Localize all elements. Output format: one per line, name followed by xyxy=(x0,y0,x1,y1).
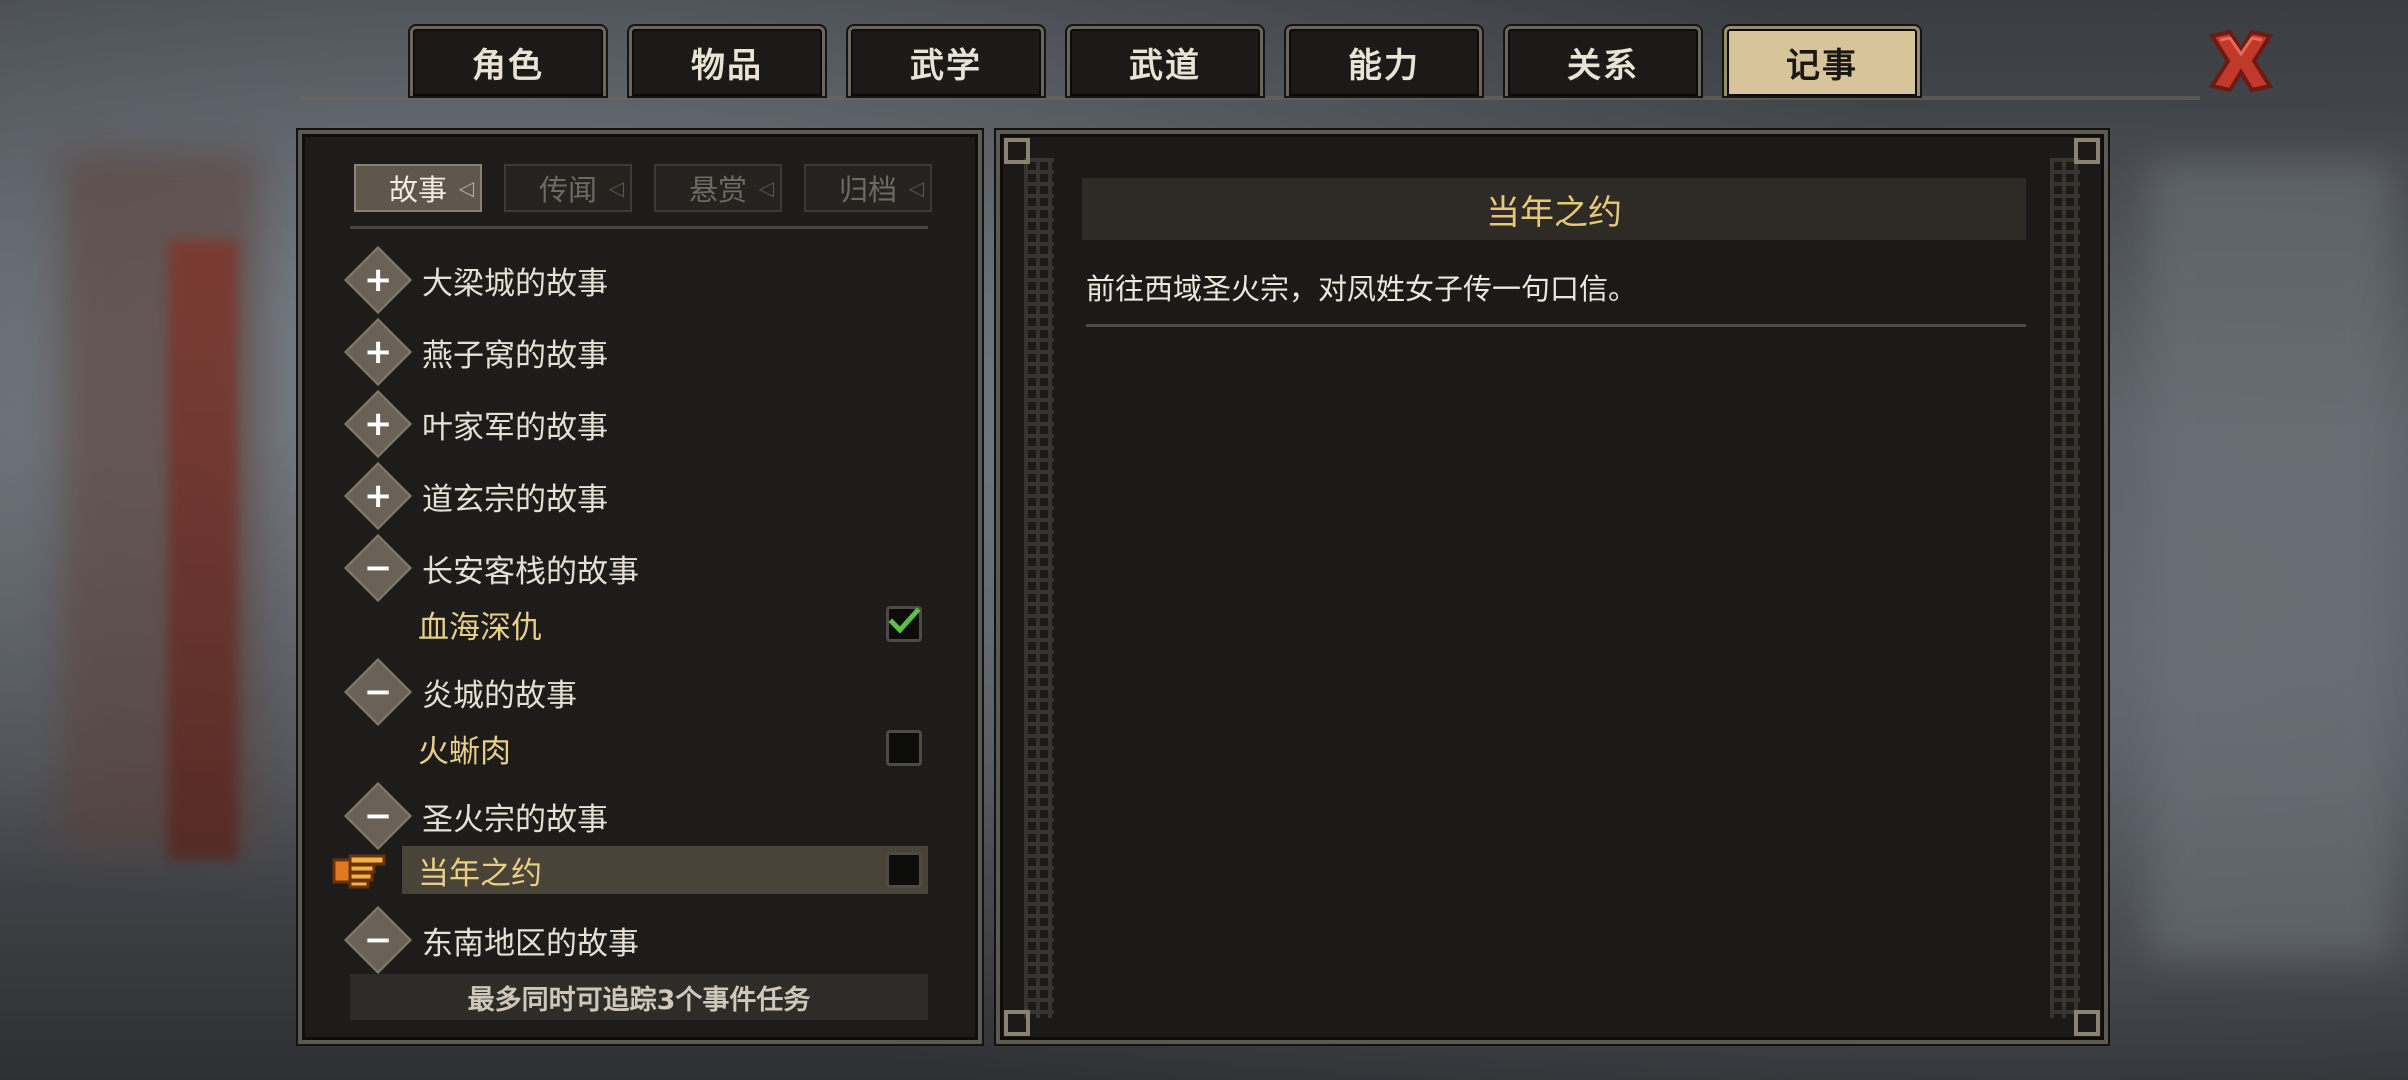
subtab-bar: 故事 ◁ 传闻 ◁ 悬赏 ◁ 归档 ◁ xyxy=(354,164,932,212)
story-group-yancheng[interactable]: − 炎城的故事 xyxy=(344,658,577,726)
story-group-yejiajun[interactable]: + 叶家军的故事 xyxy=(344,390,608,458)
expand-icon: + xyxy=(344,246,412,314)
corner-ornament xyxy=(1004,138,1030,164)
tab-bar-divider xyxy=(300,96,2200,100)
story-group-southeast[interactable]: − 东南地区的故事 xyxy=(344,906,639,974)
expand-icon: + xyxy=(344,318,412,386)
subtab-divider xyxy=(350,226,928,229)
description-divider xyxy=(1086,324,2026,327)
tab-abilities[interactable]: 能力 xyxy=(1286,26,1482,96)
tab-martial-arts[interactable]: 武学 xyxy=(848,26,1044,96)
story-group-yanziwo[interactable]: + 燕子窝的故事 xyxy=(344,318,608,386)
quest-title: 当年之约 xyxy=(1082,178,2026,240)
expand-icon: + xyxy=(344,462,412,530)
tab-journal[interactable]: 记事 xyxy=(1724,26,1920,96)
collapse-icon: − xyxy=(344,658,412,726)
subtab-archive[interactable]: 归档 ◁ xyxy=(804,164,932,212)
quest-item-xuehaishenchou[interactable]: 血海深仇 xyxy=(402,600,928,648)
story-list-panel: 故事 ◁ 传闻 ◁ 悬赏 ◁ 归档 ◁ + 大梁城的故事 + 燕子窝的故事 + 叶家军的… xyxy=(298,130,982,1044)
story-group-daoxuanzong[interactable]: + 道玄宗的故事 xyxy=(344,462,608,530)
tab-items[interactable]: 物品 xyxy=(629,26,825,96)
collapse-icon: − xyxy=(344,782,412,850)
quest-description: 前往西域圣火宗，对凤姓女子传一句口信。 xyxy=(1086,272,1638,306)
tab-character[interactable]: 角色 xyxy=(410,26,606,96)
check-icon xyxy=(888,607,921,634)
corner-ornament xyxy=(2074,138,2100,164)
right-fret-border xyxy=(2050,158,2080,1018)
quest-item-huoxirou[interactable]: 火蜥肉 xyxy=(402,724,928,772)
main-tab-bar: 角色 物品 武学 武道 能力 关系 记事 xyxy=(410,26,1920,96)
pointing-hand-icon xyxy=(332,854,386,889)
close-button[interactable] xyxy=(2200,20,2282,102)
subtab-bounties[interactable]: 悬赏 ◁ xyxy=(654,164,782,212)
quest-detail-panel: 当年之约 前往西域圣火宗，对凤姓女子传一句口信。 xyxy=(996,130,2108,1044)
track-checkbox[interactable] xyxy=(886,852,922,888)
close-icon xyxy=(2208,29,2274,93)
corner-ornament xyxy=(2074,1010,2100,1036)
corner-ornament xyxy=(1004,1010,1030,1036)
left-fret-border xyxy=(1024,158,1054,1018)
collapse-icon: − xyxy=(344,906,412,974)
tab-relations[interactable]: 关系 xyxy=(1505,26,1701,96)
story-group-daliang[interactable]: + 大梁城的故事 xyxy=(344,246,608,314)
background-blur-right xyxy=(2150,160,2390,960)
tab-martial-way[interactable]: 武道 xyxy=(1067,26,1263,96)
track-checkbox[interactable] xyxy=(886,606,922,642)
quest-item-dangnianzhiyue[interactable]: 当年之约 xyxy=(402,846,928,894)
expand-icon: + xyxy=(344,390,412,458)
story-group-shenghuozong[interactable]: − 圣火宗的故事 xyxy=(344,782,608,850)
track-checkbox[interactable] xyxy=(886,730,922,766)
tracking-limit-note: 最多同时可追踪3个事件任务 xyxy=(350,974,928,1020)
background-pillar xyxy=(168,240,238,860)
story-group-changan-inn[interactable]: − 长安客栈的故事 xyxy=(344,534,639,602)
subtab-stories[interactable]: 故事 ◁ xyxy=(354,164,482,212)
subtab-rumors[interactable]: 传闻 ◁ xyxy=(504,164,632,212)
collapse-icon: − xyxy=(344,534,412,602)
